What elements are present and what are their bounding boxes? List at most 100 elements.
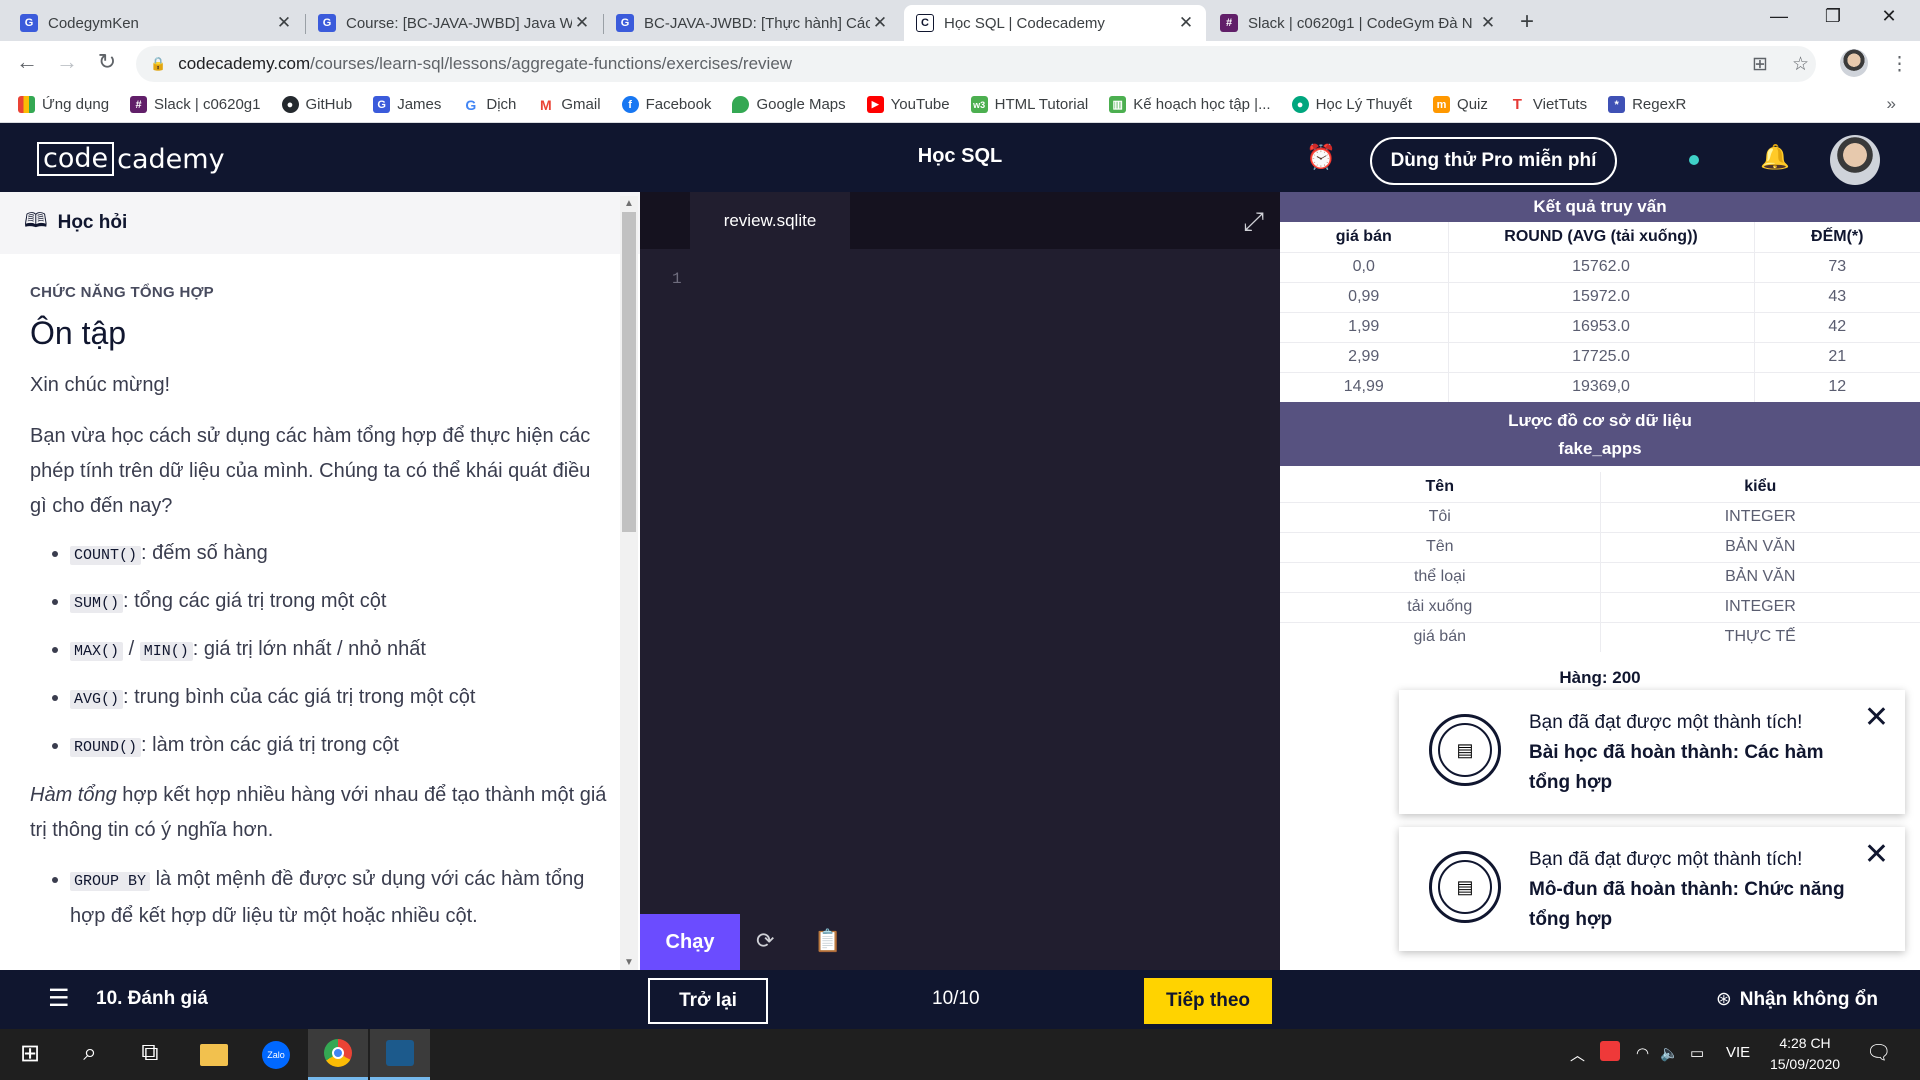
profile-avatar[interactable] [1840,49,1868,77]
table-row: 0,99 15972.0 43 [1280,281,1920,312]
url-path: /courses/learn-sql/lessons/aggregate-fun… [310,54,793,73]
volume-icon[interactable]: 🔈 [1660,1044,1679,1062]
windows-start-icon[interactable]: ⊞ [10,1039,50,1068]
bookmark-apps[interactable]: Ứng dụng [18,96,109,113]
list-item-text: : giá trị lớn nhất / nhỏ nhất [192,638,426,660]
url-bar[interactable]: 🔒 codecademy.com/courses/learn-sql/lesso… [136,46,1816,82]
close-toast-icon[interactable]: ✕ [1864,837,1889,872]
clock[interactable]: 4:28 CH 15/09/2020 [1760,1033,1850,1075]
browser-tab[interactable]: G CodegymKen ✕ [8,5,304,41]
browser-tab-strip: G CodegymKen ✕ G Course: [BC-JAVA-JWBD] … [0,0,1920,41]
close-tab-icon[interactable]: ✕ [1478,13,1498,33]
zalo-app[interactable]: Zalo [246,1029,306,1080]
bookmark-html-tutorial[interactable]: w3 HTML Tutorial [970,96,1088,113]
reset-refresh-icon[interactable]: ⟳ [756,928,774,954]
codegym-favicon-icon: G [318,14,336,32]
column-header: giá bán [1335,227,1392,245]
close-tab-icon[interactable]: ✕ [572,13,592,33]
bookmark-google-maps[interactable]: Google Maps [732,96,846,113]
minimize-window-icon[interactable]: — [1756,6,1802,27]
user-avatar[interactable] [1830,135,1880,185]
close-tab-icon[interactable]: ✕ [1176,13,1196,33]
scroll-up-arrow-icon[interactable]: ▲ [624,198,634,209]
back-arrow-icon[interactable]: ← [12,49,42,75]
copy-clipboard-icon[interactable]: 📋 [814,928,841,954]
bookmark-label: Google Maps [756,96,846,113]
browser-tab[interactable]: G BC-JAVA-JWBD: [Thực hành] Các ✕ [604,5,900,41]
list-item-text: : đếm số hàng [141,542,268,564]
try-pro-button[interactable]: Dùng thử Pro miễn phí [1370,137,1617,185]
table-row: 0,0 15762.0 73 [1280,251,1920,282]
close-window-icon[interactable]: ✕ [1866,6,1912,27]
bookmark-github[interactable]: ● GitHub [281,96,352,113]
scrollbar-thumb[interactable] [622,212,636,532]
close-toast-icon[interactable]: ✕ [1864,700,1889,735]
wifi-icon[interactable]: ◠ [1636,1044,1649,1062]
get-help-button[interactable]: ⊛ Nhận không ổn [1716,988,1878,1011]
chrome-app[interactable] [308,1029,368,1080]
search-icon[interactable]: ⌕ [70,1039,110,1067]
new-tab-plus-icon[interactable]: + [1520,8,1534,36]
bookmark-label: Slack | c0620g1 [154,96,261,113]
bookmark-youtube[interactable]: ▶ YouTube [866,96,950,113]
bookmark-quiz[interactable]: m Quiz [1433,96,1488,113]
code-input-area[interactable] [700,262,1260,882]
bookmark-regexr[interactable]: * RegexR [1608,96,1686,113]
bookmark-trello[interactable]: ▥ Kế hoạch học tập |... [1109,96,1271,113]
table-header-row: Tên kiểu [1280,472,1920,502]
file-tab-review-sqlite[interactable]: review.sqlite [690,192,850,249]
bookmark-facebook[interactable]: f Facebook [621,96,711,113]
task-view-icon[interactable]: ⧉ [130,1039,170,1067]
alarm-clock-icon[interactable]: ⏰ [1306,143,1336,172]
battery-icon[interactable]: ▭ [1690,1044,1704,1062]
browser-tab[interactable]: G Course: [BC-JAVA-JWBD] Java We ✕ [306,5,602,41]
table-row: giá bán THỰC TẾ [1280,621,1920,652]
file-explorer-app[interactable] [184,1029,244,1080]
close-tab-icon[interactable]: ✕ [870,13,890,33]
run-button[interactable]: Chạy [640,914,740,970]
lesson-label[interactable]: 10. Đánh giá [96,988,208,1010]
bookmark-theory[interactable]: ● Học Lý Thuyết [1291,96,1412,113]
table-row: Tên BẢN VĂN [1280,531,1920,562]
bookmark-label: RegexR [1632,96,1687,113]
codecademy-favicon-icon: C [916,14,934,32]
input-language[interactable]: VIE [1726,1044,1750,1061]
notification-bell-icon[interactable]: 🔔 [1760,143,1790,172]
close-tab-icon[interactable]: ✕ [274,13,294,33]
notifications-icon[interactable]: 🗨 [1866,1040,1891,1065]
hamburger-menu-icon[interactable]: ☰ [48,984,70,1013]
table-row: 2,99 17725.0 21 [1280,341,1920,372]
bookmark-james[interactable]: G James [373,96,441,113]
table-row: Tôi INTEGER [1280,501,1920,532]
expand-icon[interactable]: ⤢ [1243,206,1264,238]
browser-tab[interactable]: # Slack | c0620g1 | CodeGym Đà N ✕ [1208,5,1508,41]
table-row: thể loại BẢN VĂN [1280,561,1920,592]
reload-icon[interactable]: ↻ [92,49,122,75]
back-button[interactable]: Trở lại [648,978,768,1024]
forward-arrow-icon[interactable]: → [52,49,82,75]
code-achievement-badge-icon: ▤ [1429,851,1501,923]
browser-tab-title: Slack | c0620g1 | CodeGym Đà N [1248,14,1473,32]
bookmark-label: Ứng dụng [42,96,110,113]
bookmark-viettuts[interactable]: T VietTuts [1508,96,1587,113]
bookmark-gmail[interactable]: M Gmail [537,96,601,113]
browser-menu-icon[interactable]: ⋮ [1890,53,1909,76]
learn-tab-header[interactable]: 🕮 Học hỏi [0,192,640,254]
bookmark-translate[interactable]: G Dịch [462,96,516,113]
bookmark-slack[interactable]: # Slack | c0620g1 [130,96,261,113]
next-button[interactable]: Tiếp theo [1144,978,1272,1024]
lock-icon: 🔒 [150,56,167,71]
scroll-down-arrow-icon[interactable]: ▼ [624,957,634,968]
bookmark-star-icon[interactable]: ☆ [1792,53,1809,76]
more-bookmarks-chevron-icon[interactable]: » [1887,94,1896,114]
mysql-workbench-app[interactable] [370,1029,430,1080]
translate-icon[interactable]: ⊞ [1752,53,1768,76]
show-hidden-icons-chevron-icon[interactable]: ︿ [1570,1044,1585,1065]
restore-window-icon[interactable]: ❐ [1810,6,1856,27]
code-snippet: SUM() [70,594,124,613]
learn-scrollbar[interactable]: ▲ ▼ [620,196,638,970]
table-cell: 2,99 [1280,341,1448,372]
table-cell: 15762.0 [1447,251,1754,282]
vivaldi-tray-icon[interactable] [1600,1041,1620,1065]
browser-tab-active[interactable]: C Học SQL | Codecademy ✕ [904,5,1206,41]
